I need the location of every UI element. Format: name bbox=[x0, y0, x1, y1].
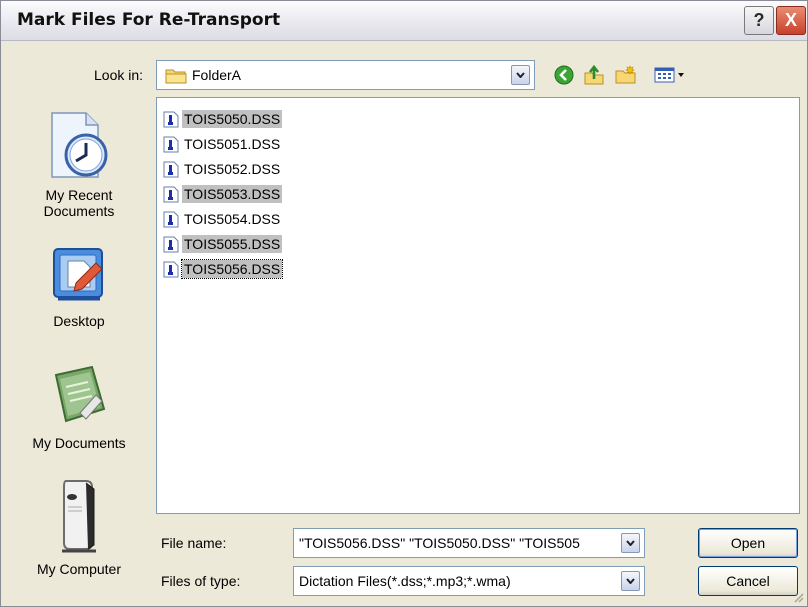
place-label-line1: My Computer bbox=[36, 561, 122, 577]
file-item[interactable]: TOIS5053.DSS bbox=[163, 183, 283, 205]
new-folder-icon bbox=[615, 65, 636, 84]
my-computer-icon bbox=[62, 480, 96, 553]
my-documents-icon bbox=[54, 365, 106, 423]
place-my-computer[interactable]: My Computer bbox=[9, 477, 149, 577]
close-button[interactable]: X bbox=[776, 6, 806, 35]
recent-documents-icon bbox=[51, 112, 108, 178]
dss-file-icon bbox=[163, 161, 179, 177]
place-label-line1: Desktop bbox=[53, 313, 105, 329]
file-name-field[interactable]: "TOIS5056.DSS" "TOIS5050.DSS" "TOIS505 bbox=[293, 528, 645, 558]
files-of-type-dropdown[interactable]: Dictation Files(*.dss;*.mp3;*.wma) bbox=[293, 566, 645, 596]
cancel-label: Cancel bbox=[726, 573, 770, 589]
file-name: TOIS5055.DSS bbox=[182, 235, 283, 253]
file-name-value: "TOIS5056.DSS" "TOIS5050.DSS" "TOIS505 bbox=[299, 535, 580, 551]
chevron-down-icon bbox=[626, 578, 635, 584]
window-title: Mark Files For Re-Transport bbox=[17, 10, 281, 30]
file-list[interactable]: TOIS5050.DSS TOIS5051.DSS TOIS5052.DSS T… bbox=[156, 97, 800, 514]
back-button[interactable] bbox=[551, 62, 577, 88]
file-name: TOIS5050.DSS bbox=[182, 110, 283, 128]
new-folder-button[interactable] bbox=[613, 62, 639, 88]
file-name: TOIS5051.DSS bbox=[184, 136, 281, 152]
up-folder-button[interactable] bbox=[581, 62, 607, 88]
file-item[interactable]: TOIS5056.DSS bbox=[163, 258, 284, 280]
title-bar[interactable]: Mark Files For Re-Transport ? X bbox=[1, 1, 807, 41]
place-desktop[interactable]: Desktop bbox=[9, 243, 149, 329]
place-label-line1: My Recent bbox=[45, 187, 113, 203]
files-of-type-label: Files of type: bbox=[161, 573, 241, 589]
dss-file-icon bbox=[163, 236, 179, 252]
place-label-line2: Documents bbox=[43, 203, 115, 219]
chevron-down-icon bbox=[626, 540, 635, 546]
dss-file-icon bbox=[163, 186, 179, 202]
file-name: TOIS5053.DSS bbox=[182, 185, 283, 203]
place-my-recent-documents[interactable]: My Recent Documents bbox=[9, 109, 149, 219]
cancel-button[interactable]: Cancel bbox=[698, 566, 798, 596]
file-name: TOIS5052.DSS bbox=[184, 161, 281, 177]
open-button[interactable]: Open bbox=[698, 528, 798, 558]
help-button[interactable]: ? bbox=[744, 6, 774, 35]
view-menu-icon bbox=[654, 67, 684, 83]
place-my-documents[interactable]: My Documents bbox=[9, 361, 149, 451]
resize-grip-icon[interactable] bbox=[792, 591, 804, 603]
file-item[interactable]: TOIS5051.DSS bbox=[163, 133, 282, 155]
files-of-type-dropdown-button[interactable] bbox=[621, 571, 640, 591]
file-name: TOIS5056.DSS bbox=[180, 259, 284, 279]
desktop-icon bbox=[53, 248, 103, 301]
open-label: Open bbox=[730, 535, 766, 551]
place-label-line1: My Documents bbox=[32, 435, 126, 451]
file-name: TOIS5054.DSS bbox=[184, 211, 281, 227]
back-icon bbox=[554, 65, 574, 85]
dss-file-icon bbox=[163, 111, 179, 127]
file-name-dropdown-button[interactable] bbox=[621, 533, 640, 553]
file-name-label: File name: bbox=[161, 535, 227, 551]
places-bar: My Recent Documents Desktop My Documents bbox=[9, 97, 149, 597]
dialog-window: Mark Files For Re-Transport ? X Look in:… bbox=[0, 0, 808, 607]
file-item[interactable]: TOIS5050.DSS bbox=[163, 108, 283, 130]
dss-file-icon bbox=[163, 211, 179, 227]
look-in-label: Look in: bbox=[94, 67, 144, 83]
dss-file-icon bbox=[163, 261, 179, 277]
chevron-down-icon bbox=[516, 72, 525, 78]
file-item[interactable]: TOIS5055.DSS bbox=[163, 233, 283, 255]
file-item[interactable]: TOIS5052.DSS bbox=[163, 158, 282, 180]
up-folder-icon bbox=[584, 64, 604, 85]
file-item[interactable]: TOIS5054.DSS bbox=[163, 208, 282, 230]
view-menu-button[interactable] bbox=[653, 62, 687, 88]
look-in-dropdown-button[interactable] bbox=[511, 65, 530, 85]
dss-file-icon bbox=[163, 136, 179, 152]
files-of-type-value: Dictation Files(*.dss;*.mp3;*.wma) bbox=[299, 573, 511, 589]
help-icon: ? bbox=[753, 10, 765, 30]
folder-icon bbox=[165, 69, 187, 84]
look-in-dropdown[interactable]: FolderA bbox=[156, 60, 535, 90]
look-in-value: FolderA bbox=[192, 67, 242, 83]
close-icon: X bbox=[784, 10, 797, 30]
